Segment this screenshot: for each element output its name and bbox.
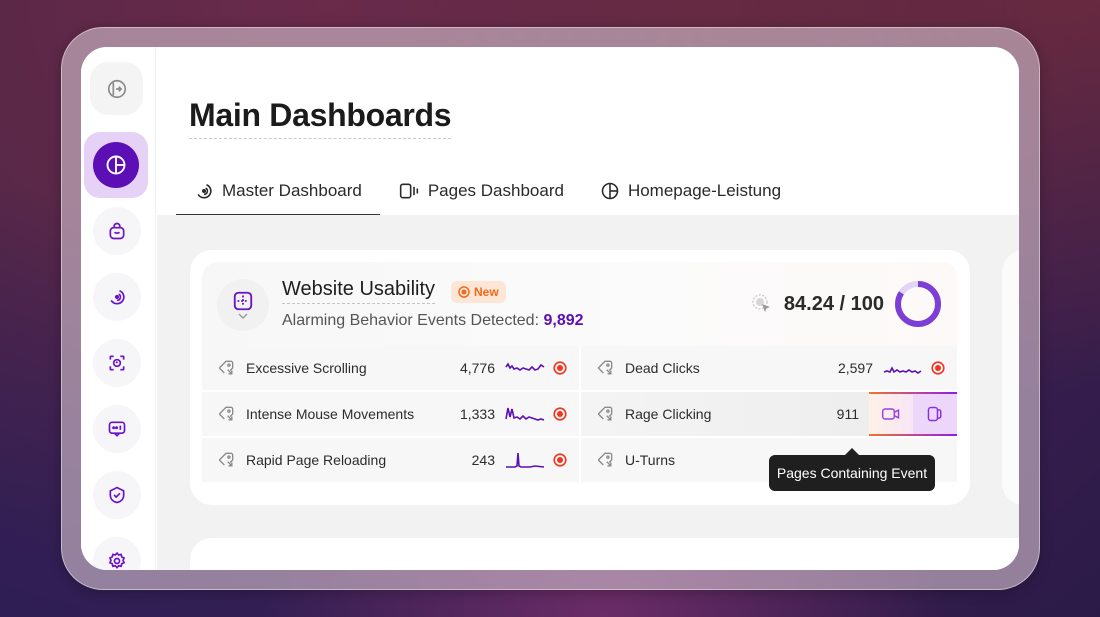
- tooltip: Pages Containing Event: [769, 448, 935, 491]
- dot-target-icon: [458, 286, 470, 298]
- tab-pages-dashboard[interactable]: Pages Dashboard: [380, 167, 582, 215]
- alert-icon: [553, 361, 567, 375]
- usability-title: Website Usability: [282, 278, 436, 304]
- new-badge: New: [451, 281, 506, 303]
- tag-icon: [597, 406, 613, 421]
- tag-icon: [218, 406, 234, 421]
- pie-chart-icon: [601, 182, 619, 200]
- event-row[interactable]: Dead Clicks 2,597: [581, 346, 957, 390]
- main-content: Main Dashboards Master Dashboard Pages D…: [157, 47, 1019, 570]
- alert-icon: [553, 453, 567, 467]
- event-row-hovered[interactable]: Rage Clicking 911: [581, 392, 957, 436]
- expand-sidebar-icon: [107, 79, 126, 98]
- usability-card-header: Website Usability New Alarming Behavior …: [202, 262, 958, 346]
- next-card-peek: [1002, 250, 1019, 505]
- second-card: [190, 538, 1019, 570]
- app-window: Main Dashboards Master Dashboard Pages D…: [81, 47, 1019, 570]
- sparkline: [505, 407, 545, 421]
- score-value: 84.24 / 100: [783, 292, 884, 315]
- sparkline: [506, 452, 545, 468]
- tab-bar: Master Dashboard Pages Dashboard Homepag…: [176, 167, 799, 216]
- signal-icon: [110, 289, 125, 305]
- grid-target-icon: [233, 291, 253, 311]
- tag-icon: [218, 452, 234, 467]
- tab-master-dashboard[interactable]: Master Dashboard: [176, 167, 380, 216]
- chat-icon: [108, 421, 126, 437]
- sidebar-item-security[interactable]: [93, 471, 141, 519]
- session-recordings-button[interactable]: [869, 394, 913, 434]
- sidebar-item-screen-capture[interactable]: [93, 339, 141, 387]
- pages-icon: [927, 406, 942, 422]
- shopping-bag-icon: [109, 222, 125, 240]
- page-title: Main Dashboards: [189, 97, 452, 139]
- pages-containing-event-button[interactable]: [913, 394, 957, 434]
- sidebar-item-feedback[interactable]: [93, 405, 141, 453]
- chevron-down-icon: [238, 313, 248, 319]
- sidebar: [81, 47, 156, 570]
- sparkline: [883, 366, 922, 374]
- tab-label: Homepage-Leistung: [627, 181, 782, 200]
- tag-icon: [597, 452, 613, 467]
- events-detected-count: 9,892: [543, 312, 584, 329]
- alert-icon: [553, 407, 567, 421]
- sidebar-item-dashboards[interactable]: [84, 132, 148, 198]
- sidebar-item-shop[interactable]: [93, 207, 141, 255]
- event-row[interactable]: Excessive Scrolling 4,776: [202, 346, 579, 390]
- sparkline: [505, 362, 545, 371]
- dashboard-canvas: Website Usability New Alarming Behavior …: [157, 215, 1019, 570]
- event-row[interactable]: Rapid Page Reloading 243: [202, 438, 579, 482]
- tab-label: Master Dashboard: [222, 181, 362, 200]
- usability-score: 84.24 / 100: [750, 280, 942, 328]
- signal-icon: [197, 184, 212, 199]
- tag-icon: [597, 360, 613, 375]
- event-row[interactable]: Intense Mouse Movements 1,333: [202, 392, 579, 436]
- gear-icon: [108, 551, 126, 569]
- pie-chart-icon: [106, 155, 126, 175]
- sidebar-item-collapse[interactable]: [90, 62, 143, 115]
- sidebar-item-settings[interactable]: [93, 537, 141, 570]
- tag-icon: [218, 360, 234, 375]
- tab-homepage-leistung[interactable]: Homepage-Leistung: [582, 167, 799, 215]
- tab-label: Pages Dashboard: [427, 181, 564, 200]
- alert-icon: [931, 361, 945, 375]
- score-ring: [895, 281, 941, 327]
- video-camera-icon: [881, 408, 900, 420]
- row-actions: [869, 392, 957, 436]
- cursor-click-icon: [752, 294, 770, 312]
- shield-check-icon: [109, 486, 125, 504]
- usability-toggle-button[interactable]: [217, 279, 269, 331]
- sidebar-item-heatmaps[interactable]: [93, 273, 141, 321]
- focus-icon: [109, 355, 125, 371]
- pages-icon: [399, 183, 418, 199]
- events-detected: Alarming Behavior Events Detected: 9,892: [282, 312, 584, 329]
